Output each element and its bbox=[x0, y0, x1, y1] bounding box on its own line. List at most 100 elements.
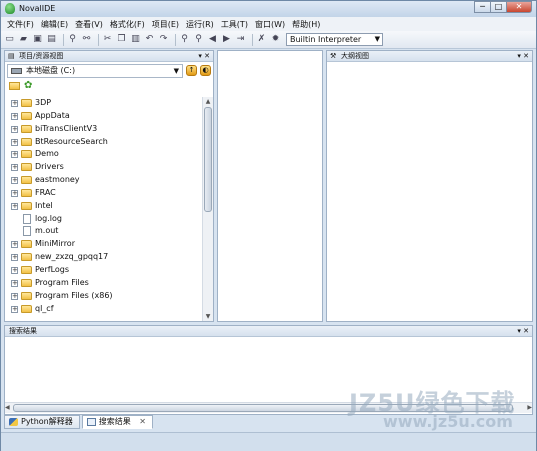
menu-project[interactable]: 项目(E) bbox=[152, 19, 179, 30]
menu-format[interactable]: 格式化(F) bbox=[110, 19, 145, 30]
minimize-button[interactable]: ─ bbox=[474, 1, 491, 13]
drive-selector[interactable]: 本地磁盘 (C:) ▼ bbox=[7, 64, 183, 78]
scroll-left-icon[interactable]: ◀ bbox=[5, 404, 10, 411]
pin-icon[interactable]: ▾ bbox=[517, 327, 521, 335]
expand-icon[interactable]: + bbox=[11, 202, 18, 210]
tree-item[interactable]: log.log bbox=[5, 213, 205, 226]
tree-item-label: FRAC bbox=[35, 187, 56, 197]
expand-icon[interactable]: + bbox=[11, 254, 18, 262]
tree-item[interactable]: + Drivers bbox=[5, 161, 205, 174]
zoom-out-icon[interactable]: ⚲ bbox=[193, 34, 204, 45]
tree-item-label: m.out bbox=[35, 226, 59, 236]
copy-icon[interactable]: ❐ bbox=[116, 34, 127, 45]
tree-item-label: Program Files bbox=[35, 277, 89, 287]
tab-python-interpreter[interactable]: Python解释器 bbox=[4, 415, 80, 429]
title-bar: NovalIDE ─ □ ✕ bbox=[1, 1, 536, 17]
expand-icon[interactable]: + bbox=[11, 164, 18, 172]
expand-icon[interactable]: + bbox=[11, 279, 18, 287]
tree-item[interactable]: + eastmoney bbox=[5, 174, 205, 187]
tree-scrollbar[interactable]: ▲ ▼ bbox=[202, 97, 213, 321]
interpreter-select[interactable]: Builtin Interpreter ▼ bbox=[286, 33, 383, 46]
scrollbar-thumb[interactable] bbox=[204, 107, 212, 212]
pin-icon[interactable]: ▾ bbox=[198, 52, 202, 60]
goto-icon[interactable]: ⇥ bbox=[235, 34, 246, 45]
tree-item[interactable]: m.out bbox=[5, 225, 205, 238]
scroll-up-icon[interactable]: ▲ bbox=[204, 98, 212, 105]
folder-icon bbox=[21, 111, 32, 120]
tree-item[interactable]: + new_zxzq_gpqq17 bbox=[5, 251, 205, 264]
expand-icon[interactable]: + bbox=[11, 112, 18, 120]
undo-icon[interactable]: ↶ bbox=[144, 34, 155, 45]
menu-tools[interactable]: 工具(T) bbox=[221, 19, 248, 30]
open-folder-icon[interactable]: ▰ bbox=[18, 34, 29, 45]
close-tab-icon[interactable]: ✕ bbox=[139, 417, 146, 426]
tree-item[interactable]: + PerfLogs bbox=[5, 264, 205, 277]
tree-item[interactable]: + Program Files bbox=[5, 277, 205, 290]
chevron-down-icon: ▼ bbox=[374, 35, 380, 43]
menu-help[interactable]: 帮助(H) bbox=[292, 19, 320, 30]
scroll-down-icon[interactable]: ▼ bbox=[204, 313, 212, 320]
replace-icon[interactable]: ⚯ bbox=[81, 34, 92, 45]
scroll-right-icon[interactable]: ▶ bbox=[527, 404, 532, 411]
maximize-button[interactable]: □ bbox=[490, 1, 507, 13]
tree-item[interactable]: +3DP bbox=[5, 97, 205, 110]
save-all-icon[interactable]: ▤ bbox=[46, 34, 57, 45]
new-file-icon[interactable]: ▭ bbox=[4, 34, 15, 45]
expand-icon[interactable]: + bbox=[11, 138, 18, 146]
redo-icon[interactable]: ↷ bbox=[158, 34, 169, 45]
expand-icon[interactable]: + bbox=[11, 151, 18, 159]
tree-item[interactable]: + BtResourceSearch bbox=[5, 136, 205, 149]
folder-icon bbox=[21, 124, 32, 133]
close-button[interactable]: ✕ bbox=[506, 1, 532, 13]
menu-edit[interactable]: 编辑(E) bbox=[41, 19, 68, 30]
panel-controls: ▾ ✕ bbox=[517, 326, 529, 336]
zoom-in-icon[interactable]: ⚲ bbox=[179, 34, 190, 45]
browse-folder-button[interactable]: ↑ bbox=[186, 65, 197, 76]
tree-item[interactable]: + AppData bbox=[5, 110, 205, 123]
sync-icon[interactable]: ✿ bbox=[24, 80, 32, 91]
pin-icon[interactable]: ▾ bbox=[517, 52, 521, 60]
debug-bug-icon[interactable]: ✹ bbox=[270, 34, 281, 45]
tree-item[interactable]: + biTransClientV3 bbox=[5, 123, 205, 136]
expand-icon[interactable]: + bbox=[11, 266, 18, 274]
open-folder-icon[interactable] bbox=[9, 82, 20, 90]
expand-icon[interactable]: + bbox=[11, 305, 18, 313]
menu-view[interactable]: 查看(V) bbox=[75, 19, 103, 30]
expand-icon[interactable]: + bbox=[11, 241, 18, 249]
expand-icon[interactable]: + bbox=[11, 100, 18, 107]
tree-item[interactable]: + Intel bbox=[5, 200, 205, 213]
toolbar: ▭ ▰ ▣ ▤ ⚲ ⚯ ✂ ❐ ▥ ↶ ↷ ⚲ ⚲ ◀ ▶ ⇥ ✗ ✹ Buil… bbox=[1, 31, 536, 49]
tree-item[interactable]: + ql_cf bbox=[5, 303, 205, 316]
save-icon[interactable]: ▣ bbox=[32, 34, 43, 45]
menu-run[interactable]: 运行(R) bbox=[186, 19, 214, 30]
expand-icon[interactable]: + bbox=[11, 177, 18, 185]
expand-icon[interactable]: + bbox=[11, 189, 18, 197]
forward-icon[interactable]: ▶ bbox=[221, 34, 232, 45]
tree-item[interactable]: + Program Files (x86) bbox=[5, 290, 205, 303]
back-icon[interactable]: ◀ bbox=[207, 34, 218, 45]
menu-file[interactable]: 文件(F) bbox=[7, 19, 34, 30]
cut-icon[interactable]: ✂ bbox=[102, 34, 113, 45]
tree-item-label: MiniMirror bbox=[35, 239, 75, 249]
editor-area[interactable] bbox=[217, 50, 323, 322]
refresh-folder-button[interactable]: ◐ bbox=[200, 65, 211, 76]
tree-item-label: Demo bbox=[35, 149, 59, 159]
paste-icon[interactable]: ▥ bbox=[130, 34, 141, 45]
tree-item[interactable]: + MiniMirror bbox=[5, 238, 205, 251]
tree-item[interactable]: + FRAC bbox=[5, 187, 205, 200]
tree-item-label: PerfLogs bbox=[35, 264, 70, 274]
tools-icon[interactable]: ✗ bbox=[256, 34, 267, 45]
close-panel-icon[interactable]: ✕ bbox=[523, 327, 529, 335]
folder-icon bbox=[21, 150, 32, 159]
close-panel-icon[interactable]: ✕ bbox=[523, 52, 529, 60]
folder-icon bbox=[21, 304, 32, 313]
menu-window[interactable]: 窗口(W) bbox=[255, 19, 285, 30]
folder-icon bbox=[21, 176, 32, 185]
tab-search-results[interactable]: 搜索结果 ✕ bbox=[81, 415, 153, 429]
expand-icon[interactable]: + bbox=[11, 125, 18, 133]
close-panel-icon[interactable]: ✕ bbox=[204, 52, 210, 60]
expand-icon[interactable]: + bbox=[11, 292, 18, 300]
find-icon[interactable]: ⚲ bbox=[67, 34, 78, 45]
tree-item[interactable]: + Demo bbox=[5, 148, 205, 161]
folder-icon bbox=[21, 253, 32, 262]
